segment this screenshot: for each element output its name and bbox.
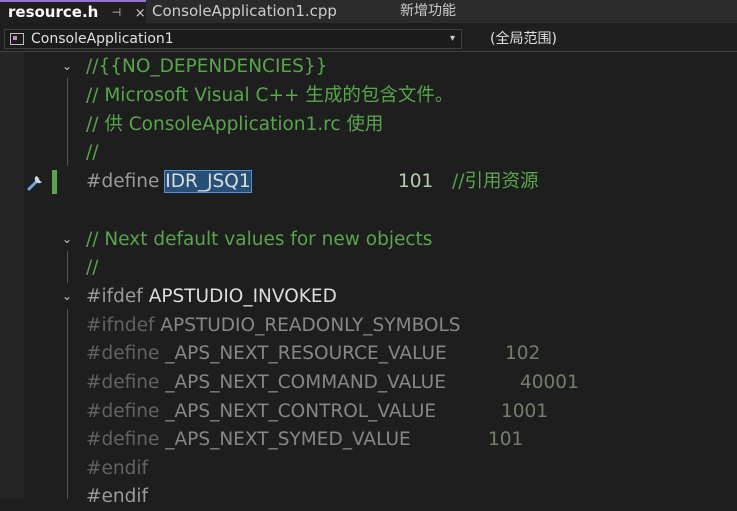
fold-chevron-icon[interactable]: ⌄ (60, 232, 74, 246)
code-text: // Microsoft Visual C++ 生成的包含文件。 (86, 85, 454, 106)
macro-value: 101 (398, 171, 434, 192)
selected-identifier[interactable]: IDR_JSQ1 (164, 170, 252, 193)
tab-consoleapplication1-cpp[interactable]: ConsoleApplication1.cpp (146, 0, 392, 23)
code-text: //{{NO_DEPENDENCIES}} (86, 56, 328, 77)
code-line-inactive: #define _APS_NEXT_COMMAND_VALUE 40001 (0, 369, 737, 397)
fold-chevron-icon[interactable]: ⌄ (60, 289, 74, 303)
macro-name: APSTUDIO_READONLY_SYMBOLS (160, 315, 461, 336)
project-icon (10, 33, 24, 45)
code-line-current: #define IDR_JSQ1 101 //引用资源 (0, 168, 737, 196)
code-text: #define _APS_NEXT_RESOURCE_VALUE (86, 340, 447, 368)
code-editor[interactable]: ⌄ //{{NO_DEPENDENCIES}} // Microsoft Vis… (0, 52, 737, 507)
code-line: // (0, 139, 737, 167)
code-line: #endif (0, 483, 737, 511)
macro-name: _APS_NEXT_RESOURCE_VALUE (165, 343, 447, 364)
code-line-inactive: #ifndef APSTUDIO_READONLY_SYMBOLS (0, 312, 737, 340)
pin-icon[interactable]: ⊣ (112, 6, 124, 19)
code-line: ⌄ #ifdef APSTUDIO_INVOKED (0, 283, 737, 311)
code-text: #ifdef APSTUDIO_INVOKED (86, 283, 337, 311)
fold-chevron-icon[interactable]: ⌄ (60, 59, 74, 73)
tab-label: 新增功能 (400, 3, 456, 19)
code-text: // 供 ConsoleApplication1.rc 使用 (86, 114, 384, 135)
code-text: #ifndef APSTUDIO_READONLY_SYMBOLS (86, 312, 461, 340)
change-indicator-bar (52, 170, 57, 194)
code-text: #endif (86, 486, 149, 507)
close-icon[interactable]: × (135, 4, 146, 24)
preprocessor-keyword: #ifndef (86, 315, 161, 336)
code-line-inactive: #define _APS_NEXT_SYMED_VALUE 101 (0, 426, 737, 454)
code-line: ⌄ // Next default values for new objects (0, 226, 737, 254)
code-line-inactive: #define _APS_NEXT_CONTROL_VALUE 1001 (0, 398, 737, 426)
preprocessor-keyword: #define (86, 343, 166, 364)
code-line: // 供 ConsoleApplication1.rc 使用 (0, 111, 737, 139)
preprocessor-keyword: #define (86, 372, 166, 393)
macro-value: 101 (488, 429, 524, 450)
code-line-inactive: #define _APS_NEXT_RESOURCE_VALUE 102 (0, 340, 737, 368)
code-text: #endif (86, 458, 149, 479)
code-text: #define IDR_JSQ1 (86, 168, 252, 196)
navigation-bar: ConsoleApplication1 ▾ (全局范围) (0, 27, 737, 52)
macro-name: APSTUDIO_INVOKED (148, 286, 337, 307)
scope-dropdown[interactable]: (全局范围) (480, 29, 737, 49)
macro-name: _APS_NEXT_COMMAND_VALUE (165, 372, 446, 393)
project-dropdown[interactable]: ConsoleApplication1 ▾ (4, 29, 462, 49)
code-line: // Microsoft Visual C++ 生成的包含文件。 (0, 82, 737, 110)
code-text: #define _APS_NEXT_SYMED_VALUE (86, 426, 411, 454)
tab-whats-new[interactable]: 新增功能 (392, 0, 516, 23)
preprocessor-keyword: #define (86, 171, 166, 192)
code-text: // (86, 142, 99, 163)
scope-label: (全局范围) (490, 31, 557, 47)
code-line: ⌄ //{{NO_DEPENDENCIES}} (0, 53, 737, 81)
code-text: #define _APS_NEXT_CONTROL_VALUE (86, 398, 436, 426)
code-line-inactive: #endif (0, 455, 737, 483)
preprocessor-keyword: #ifdef (86, 286, 149, 307)
code-text: #define _APS_NEXT_COMMAND_VALUE (86, 369, 446, 397)
inline-comment: //引用资源 (452, 171, 539, 192)
macro-value: 40001 (520, 372, 579, 393)
chevron-down-icon[interactable]: ▾ (450, 30, 455, 48)
tab-resource-h[interactable]: resource.h ⊣ × (0, 0, 146, 23)
tab-label: ConsoleApplication1.cpp (152, 2, 337, 20)
code-line: // (0, 254, 737, 282)
tab-label: resource.h (8, 3, 99, 21)
preprocessor-keyword: #define (86, 429, 166, 450)
code-text: // Next default values for new objects (86, 229, 433, 250)
preprocessor-keyword: #define (86, 401, 166, 422)
macro-value: 1001 (501, 401, 549, 422)
tab-bar: resource.h ⊣ × ConsoleApplication1.cpp 新… (0, 0, 737, 23)
macro-name: _APS_NEXT_SYMED_VALUE (165, 429, 411, 450)
macro-value: 102 (505, 343, 541, 364)
project-name: ConsoleApplication1 (31, 31, 174, 47)
quick-action-wrench-icon[interactable] (26, 172, 46, 192)
macro-name: _APS_NEXT_CONTROL_VALUE (165, 401, 437, 422)
code-text: // (86, 257, 99, 278)
